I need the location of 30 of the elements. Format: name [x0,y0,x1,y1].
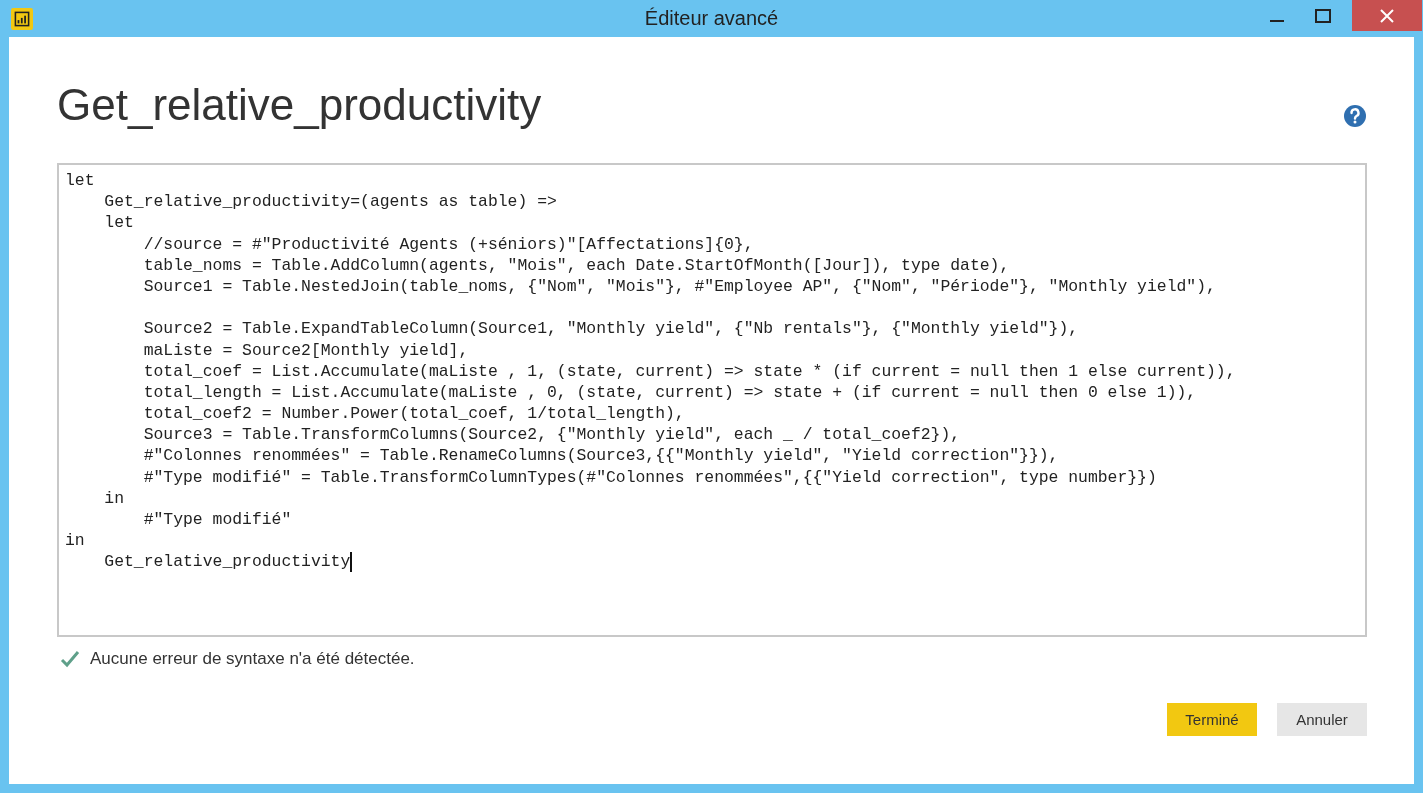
code-line: Get_relative_productivity=(agents as table) => [103,191,557,213]
code-line: Source2 = Table.ExpandTableColumn(Source1, "Monthly yield", {"Nb rentals"}, {"Monthly yield"}), [142,318,1079,340]
maximize-icon [1315,8,1331,23]
code-line: table_noms = Table.AddColumn(agents, "Mois", each Date.StartOfMonth([Jour]), type date), [142,254,1010,276]
code-line: total_coef2 = Number.Power(total_coef, 1/total_length), [142,403,685,425]
code-line: //source = #"Productivité Agents (+séniors)"[Affectations]{0}, [142,233,754,255]
code-line: in [103,487,125,509]
code-line: let [65,170,95,192]
close-icon [1380,8,1394,23]
window-title: Éditeur avancé [644,7,779,30]
minimize-icon [1270,19,1284,22]
code-editor[interactable] [57,163,1367,637]
syntax-status-message: Aucune erreur de syntaxe n'a été détectée. [90,649,415,669]
query-name: Get_relative_productivity [57,79,542,130]
code-line: maListe = Source2[Monthly yield], [142,339,469,361]
code-line: total_length = List.Accumulate(maListe , 0, (state, current) => state + (if current = null then 0 else 1)), [142,381,1197,404]
cancel-button[interactable]: Annuler [1277,703,1367,736]
close-button[interactable] [1352,0,1422,31]
done-button[interactable]: Terminé [1167,703,1257,736]
code-line: #"Colonnes renommées" = Table.RenameColumns(Source3,{{"Monthly yield", "Yield correction"}}), [142,445,1059,467]
code-line: Source3 = Table.TransformColumns(Source2, {"Monthly yield", each _ / total_coef2}), [142,424,961,446]
help-icon[interactable] [1343,104,1367,128]
code-line: #"Type modifié" = Table.TransformColumnTypes(#"Colonnes renommées",{{"Yield correction", type number}}) [142,466,1157,488]
code-line: let [103,212,134,234]
code-line: #"Type modifié" [142,509,292,531]
code-line: in [65,530,85,552]
app-logo-icon [11,7,33,30]
code-line: Get_relative_productivity [103,551,351,573]
code-line: total_coef = List.Accumulate(maListe , 1, (state, current) => state * (if current = null then 1 else current)), [142,360,1236,382]
code-line: Source1 = Table.NestedJoin(table_noms, {"Nom", "Mois"}, #"Employee AP", {"Nom", "Période"}, "Monthly yield"), [142,275,1216,298]
